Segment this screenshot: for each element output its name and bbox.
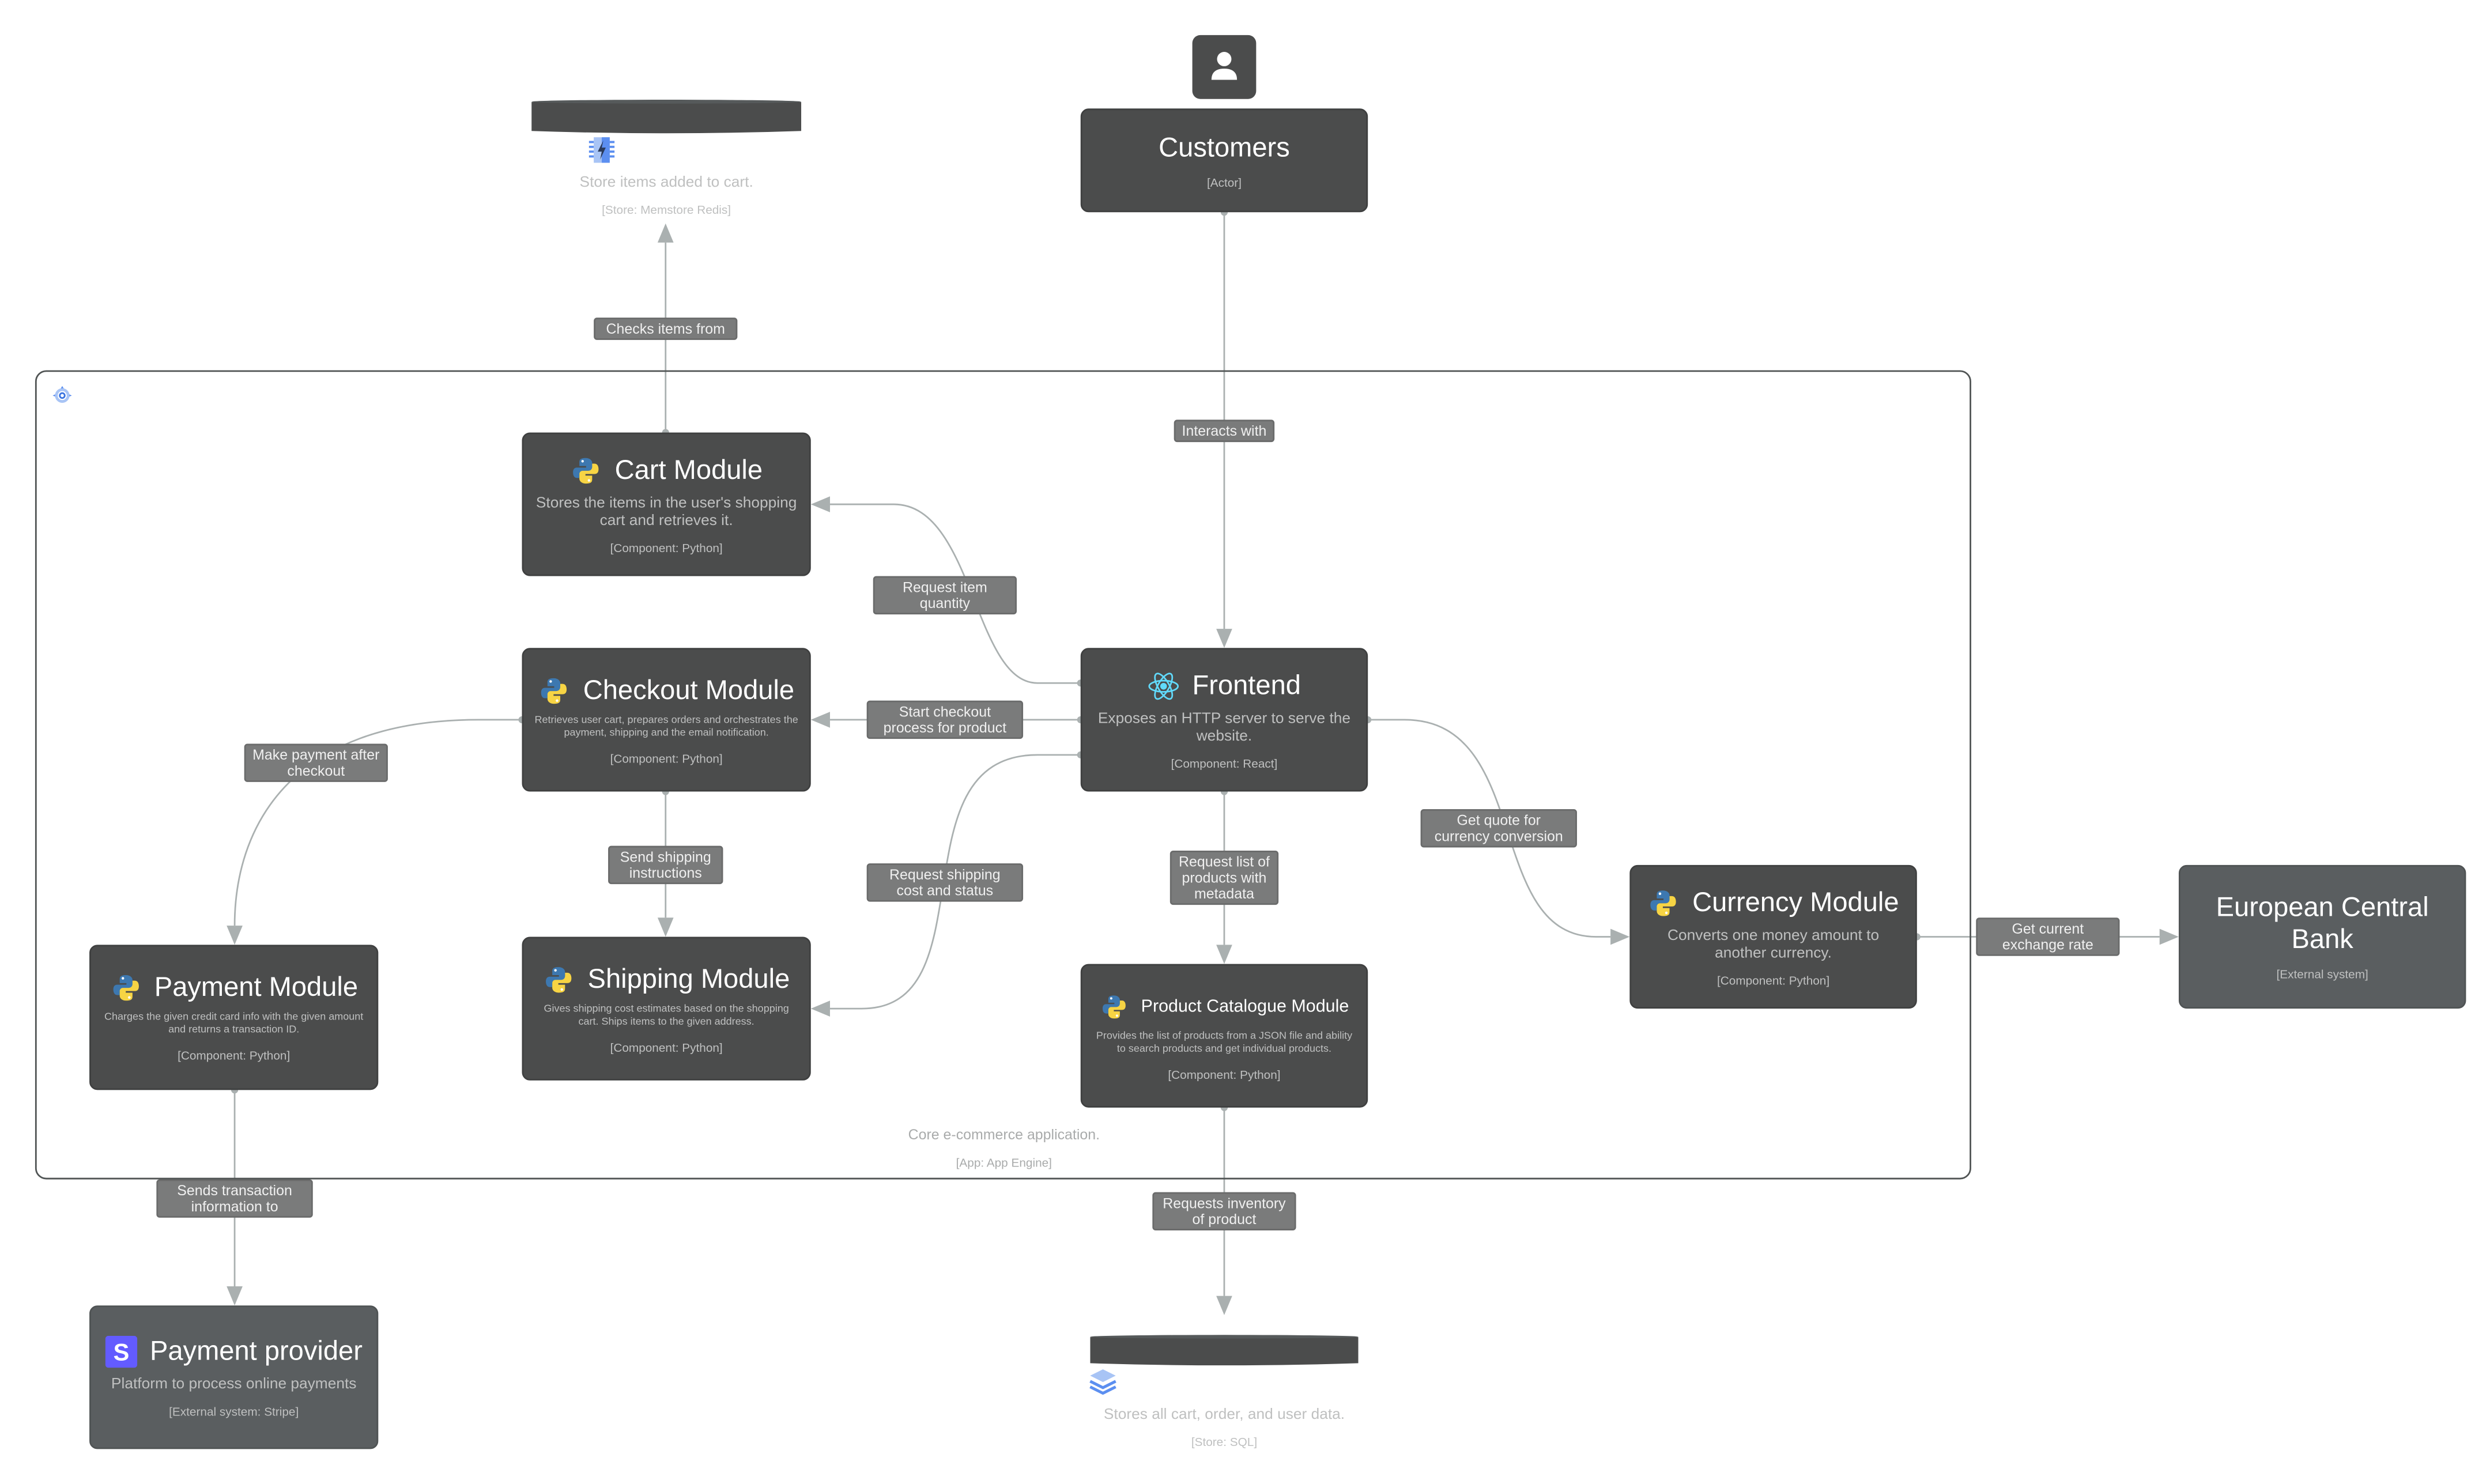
python-icon <box>110 972 141 1003</box>
app-engine-icon <box>52 386 72 403</box>
node-title: Cart Data <box>631 134 747 165</box>
stripe-icon: S <box>105 1335 137 1368</box>
edge-label: Request item quantity <box>873 576 1017 615</box>
node-description: Gives shipping cost estimates based on t… <box>544 1003 789 1027</box>
cylinder-shape <box>1090 1335 1359 1366</box>
python-icon <box>538 674 570 706</box>
edge-label: Interacts with <box>1174 420 1275 443</box>
node-cart-module[interactable]: Cart Module Stores the items in the user'… <box>522 432 811 576</box>
node-technology: [Component: React] <box>1171 756 1278 771</box>
edge-label: Sends transaction information to <box>156 1179 313 1218</box>
node-product-catalogue[interactable]: Product Catalogue Module Provides the lis… <box>1080 964 1368 1108</box>
cylinder-shape <box>531 100 802 134</box>
node-description: Provides the list of products from a JSO… <box>1096 1030 1353 1055</box>
node-title: Checkout Module <box>583 674 795 705</box>
node-title-row: European Central Bank <box>2210 892 2434 956</box>
edge-label: Get current exchange rate <box>1976 917 2120 956</box>
person-icon <box>1211 51 1238 80</box>
node-currency-module[interactable]: Currency Module Converts one money amount… <box>1629 864 1917 1009</box>
node-title: Payment Module <box>154 972 359 1003</box>
edge-label: Request shipping cost and status <box>866 863 1024 902</box>
arrowhead-icon <box>227 1286 243 1306</box>
node-description: Retrieves user cart, prepares orders and… <box>534 714 798 738</box>
node-description: Charges the given credit card info with … <box>104 1011 364 1036</box>
edge-label: Make payment after checkout <box>244 743 388 782</box>
node-technology: [Store: SQL] <box>1191 1434 1258 1449</box>
node-technology: [Component: Python] <box>1168 1067 1281 1082</box>
react-icon <box>1148 670 1179 701</box>
node-technology: [Component: Python] <box>178 1048 290 1063</box>
arrowhead-icon <box>2159 928 2179 945</box>
edge-label: Checks items from <box>594 318 738 340</box>
edge-label: Requests inventory of product <box>1152 1192 1296 1231</box>
node-technology: [External system] <box>2276 967 2368 982</box>
node-description: Stores all cart, order, and user data. <box>1103 1406 1345 1424</box>
python-icon <box>1100 992 1129 1021</box>
node-title: Frontend <box>1192 669 1301 700</box>
node-technology: [Store: Memstore Redis] <box>602 202 731 217</box>
node-title-row: Currency Module <box>1648 886 1899 918</box>
node-technology: [Component: Python] <box>610 540 723 555</box>
python-icon <box>543 963 575 995</box>
database-icon <box>1086 1366 1118 1398</box>
node-payment-provider[interactable]: S Payment provider Platform to process onl… <box>89 1305 379 1449</box>
node-title: Product Catalogue Module <box>1141 996 1349 1016</box>
node-technology: [Component: Python] <box>1717 972 1830 987</box>
node-title: Shipping Module <box>587 963 790 994</box>
node-title-row: Shipping Module <box>543 963 790 995</box>
node-title: Customers <box>1159 131 1290 163</box>
node-title: Payment provider <box>149 1335 363 1366</box>
node-title-row: Customers <box>1159 131 1290 163</box>
node-shipping-module[interactable]: Shipping Module Gives shipping cost estim… <box>522 937 811 1081</box>
node-title-row: Checkout Module <box>538 674 794 706</box>
node-title: European Central Bank <box>2216 892 2429 954</box>
python-icon <box>1648 886 1680 918</box>
node-frontend[interactable]: Frontend Exposes an HTTP server to serve … <box>1080 648 1368 792</box>
node-title-row: Boutique Database <box>1086 1366 1362 1398</box>
node-title-row: S Payment provider <box>105 1335 363 1368</box>
node-checkout-module[interactable]: Checkout Module Retrieves user cart, prep… <box>522 648 811 792</box>
node-technology: [Actor] <box>1206 175 1242 190</box>
node-description: Stores the items in the user's shopping … <box>535 494 797 529</box>
edge-label: Get quote for currency conversion <box>1420 809 1577 848</box>
node-description: Converts one money amount to another cur… <box>1667 926 1880 962</box>
memorystore-icon <box>586 134 618 166</box>
node-title-row: Payment Module <box>110 972 358 1003</box>
node-title-row: Cart Module <box>570 454 763 486</box>
svg-text:S: S <box>113 1339 129 1366</box>
node-title-row: Product Catalogue Module <box>1100 990 1349 1022</box>
edge-label: Start checkout process for product <box>866 700 1024 739</box>
customers-actor-icon <box>1192 35 1257 99</box>
arrowhead-icon <box>1216 1296 1232 1315</box>
node-title: Cart Module <box>614 454 763 485</box>
node-cart-data[interactable]: Cart Data Store items added to cart. [Stor… <box>522 80 811 223</box>
node-technology: [Component: Python] <box>610 750 723 765</box>
node-title-row: Frontend <box>1148 670 1301 701</box>
node-technology: [External system: Stripe] <box>169 1404 299 1419</box>
node-payment-module[interactable]: Payment Module Charges the given credit c… <box>89 945 379 1090</box>
node-title: Boutique Database <box>1131 1366 1362 1397</box>
node-customers[interactable]: Customers [Actor] <box>1080 108 1368 213</box>
node-description: Store items added to cart. <box>579 173 753 192</box>
node-description: Platform to process online payments <box>111 1376 357 1394</box>
python-icon <box>570 454 602 486</box>
boundary-description: Core e-commerce application. <box>908 1127 1100 1143</box>
node-boutique-db[interactable]: Boutique Database Stores all cart, order,… <box>1081 1315 1368 1456</box>
node-title-row: Cart Data <box>586 134 747 166</box>
node-description: Exposes an HTTP server to serve the webs… <box>1097 709 1351 745</box>
node-title: Currency Module <box>1692 886 1899 917</box>
node-technology: [Component: Python] <box>610 1040 723 1055</box>
diagram-canvas: Core e-commerce application. [App: App E… <box>0 0 2490 1484</box>
arrowhead-icon <box>657 223 674 243</box>
node-ecb[interactable]: European Central Bank [External system] <box>2178 864 2466 1009</box>
edge-label: Request list of products with metadata <box>1169 850 1279 905</box>
boundary-technology: [App: App Engine] <box>956 1155 1052 1170</box>
edge-label: Send shipping instructions <box>608 845 723 885</box>
